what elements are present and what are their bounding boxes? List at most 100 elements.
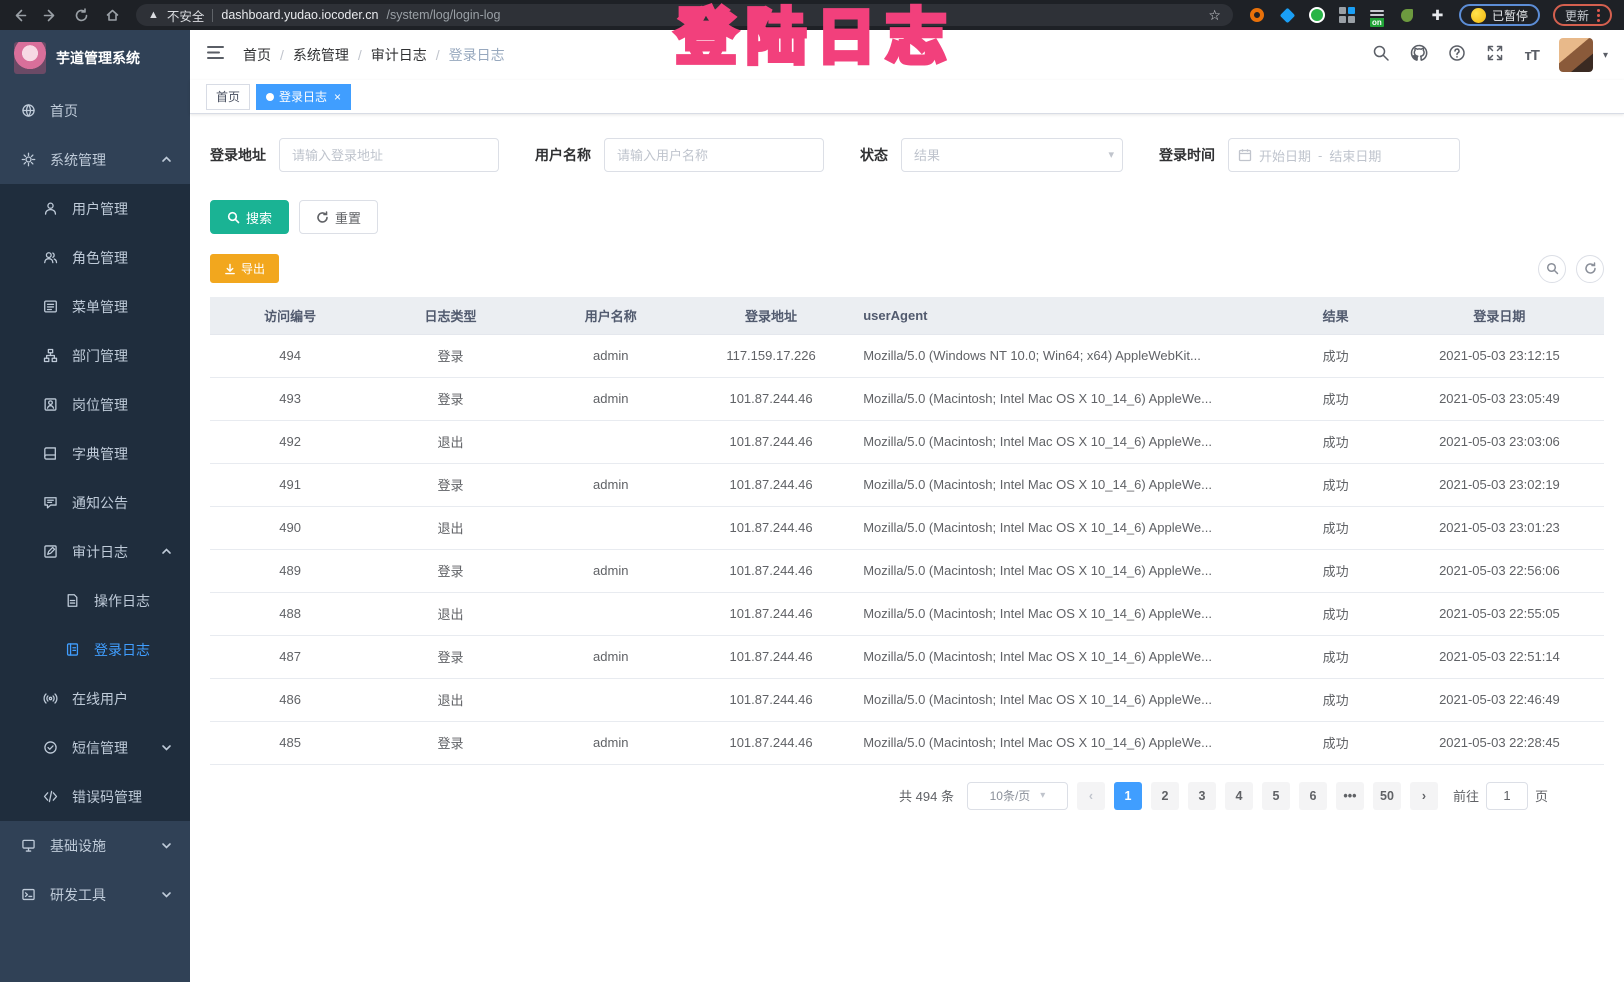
sidebar-item-menu-mgmt[interactable]: 菜单管理 [0,282,190,331]
table-cell: 494 [210,334,370,377]
gear-icon [20,152,36,168]
sidebar-item-operate-log[interactable]: 操作日志 [0,576,190,625]
breadcrumb-audit[interactable]: 审计日志 [371,45,427,65]
update-button[interactable]: 更新 [1553,4,1612,26]
page-button-1[interactable]: 1 [1114,782,1142,810]
table-cell: 成功 [1276,721,1394,764]
reload-icon[interactable] [74,8,89,23]
extension-orange-ring-icon[interactable] [1249,7,1266,24]
page-button-3[interactable]: 3 [1188,782,1216,810]
sidebar-item-audit-log[interactable]: 审计日志 [0,527,190,576]
page-button-2[interactable]: 2 [1151,782,1179,810]
sidebar-item-dev-tools[interactable]: 研发工具 [0,870,190,919]
extension-list-icon[interactable]: on [1369,7,1386,24]
sidebar-item-system-mgmt[interactable]: 系统管理 [0,135,190,184]
sidebar-item-label: 菜单管理 [72,297,190,317]
page-button-6[interactable]: 6 [1299,782,1327,810]
font-size-icon[interactable]: тT [1524,47,1539,64]
export-button[interactable]: 导出 [210,254,279,283]
chevron-down-icon[interactable]: ▾ [1603,50,1608,61]
sidebar-item-login-log[interactable]: 登录日志 [0,625,190,674]
hamburger-icon[interactable] [206,43,225,67]
kebab-menu-icon[interactable] [1597,9,1600,22]
sidebar-logo-row[interactable]: 芋道管理系统 [0,30,190,86]
search-icon[interactable] [1372,44,1390,67]
sidebar-item-user-mgmt[interactable]: 用户管理 [0,184,190,233]
table-cell: 2021-05-03 22:55:05 [1395,592,1604,635]
app-logo-avatar [14,42,46,74]
page-button-5[interactable]: 5 [1262,782,1290,810]
table-cell: 成功 [1276,377,1394,420]
table-cell: 101.87.244.46 [691,678,851,721]
table-cell: admin [531,549,691,592]
close-icon[interactable]: × [334,90,341,104]
page-size-select[interactable]: 10条/页 ▾ [967,782,1068,810]
not-secure-warning-icon: ▲ [148,9,159,21]
extension-green-circle-icon[interactable] [1309,7,1326,24]
on-badge: on [1370,18,1384,27]
tag-login-log[interactable]: 登录日志 × [256,84,351,110]
paused-badge[interactable]: 已暂停 [1459,4,1540,26]
table-cell: 成功 [1276,420,1394,463]
app-title: 芋道管理系统 [56,48,140,68]
table-cell: 成功 [1276,463,1394,506]
goto-page-input[interactable] [1486,782,1528,810]
user-avatar[interactable] [1559,38,1593,72]
table-row: 492退出101.87.244.46Mozilla/5.0 (Macintosh… [210,420,1604,463]
more-pages-button[interactable]: ••• [1336,782,1364,810]
refresh-table-button[interactable] [1576,255,1604,283]
search-button[interactable]: 搜索 [210,200,289,234]
page-button-50[interactable]: 50 [1373,782,1401,810]
login-address-input[interactable] [279,138,499,172]
username-input[interactable] [604,138,824,172]
next-page-button[interactable]: › [1410,782,1438,810]
toggle-search-button[interactable] [1538,255,1566,283]
breadcrumb-system[interactable]: 系统管理 [293,45,349,65]
table-cell: Mozilla/5.0 (Macintosh; Intel Mac OS X 1… [851,592,1276,635]
breadcrumb-home[interactable]: 首页 [243,45,271,65]
column-header: 日志类型 [370,297,530,334]
sidebar-item-role-mgmt[interactable]: 角色管理 [0,233,190,282]
fullscreen-icon[interactable] [1486,44,1504,67]
github-icon[interactable] [1410,44,1428,67]
reset-button[interactable]: 重置 [299,200,378,234]
date-range-picker[interactable]: 开始日期 - 结束日期 [1228,138,1460,172]
sidebar-item-dept-mgmt[interactable]: 部门管理 [0,331,190,380]
table-cell: 登录 [370,721,530,764]
sidebar-item-label: 错误码管理 [72,787,190,807]
sidebar-item-post-mgmt[interactable]: 岗位管理 [0,380,190,429]
home-icon[interactable] [105,8,120,23]
sidebar-item-online-user[interactable]: 在线用户 [0,674,190,723]
table-cell: 490 [210,506,370,549]
extensions-puzzle-icon[interactable]: ✚ [1429,7,1446,24]
table-cell: Mozilla/5.0 (Macintosh; Intel Mac OS X 1… [851,377,1276,420]
sidebar-item-error-code[interactable]: 错误码管理 [0,772,190,821]
table-cell: 登录 [370,463,530,506]
forward-icon[interactable] [43,8,58,23]
column-header: 登录地址 [691,297,851,334]
sidebar-item-sms-mgmt[interactable]: 短信管理 [0,723,190,772]
status-select[interactable]: ▾ [901,138,1123,172]
tag-home[interactable]: 首页 [206,84,250,110]
role-icon [42,250,58,266]
help-icon[interactable] [1448,44,1466,67]
magnifier-icon [227,211,240,224]
extension-leaf-icon[interactable] [1399,7,1416,24]
sidebar-item-infra[interactable]: 基础设施 [0,821,190,870]
dashboard-icon [20,103,36,119]
login-log-table: 访问编号日志类型用户名称登录地址userAgent结果登录日期 494登录adm… [210,297,1604,765]
extension-blue-gem-icon[interactable] [1279,7,1296,24]
sidebar-item-notice[interactable]: 通知公告 [0,478,190,527]
download-icon [224,263,236,275]
extension-grid-icon[interactable] [1339,7,1356,24]
sidebar-item-label: 用户管理 [72,199,190,219]
bookmark-star-icon[interactable]: ☆ [1208,7,1221,24]
table-cell: 101.87.244.46 [691,463,851,506]
sidebar-item-home[interactable]: 首页 [0,86,190,135]
sidebar-item-dict-mgmt[interactable]: 字典管理 [0,429,190,478]
address-bar[interactable]: ▲ 不安全 dashboard.yudao.iocoder.cn/system/… [136,4,1233,26]
prev-page-button[interactable]: ‹ [1077,782,1105,810]
chevron-up-icon [161,546,172,557]
back-icon[interactable] [12,8,27,23]
page-button-4[interactable]: 4 [1225,782,1253,810]
